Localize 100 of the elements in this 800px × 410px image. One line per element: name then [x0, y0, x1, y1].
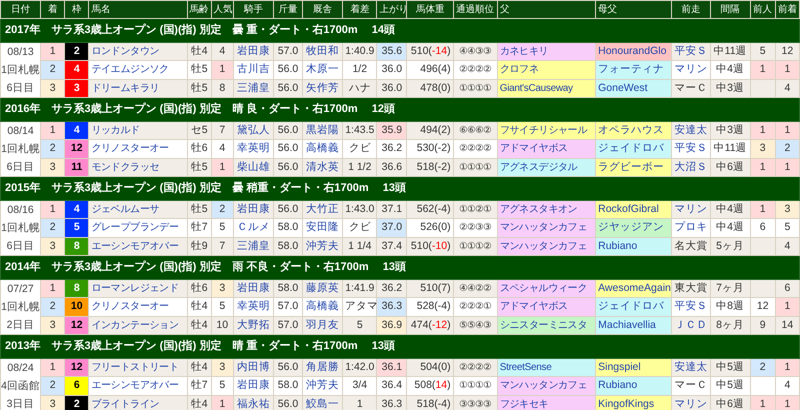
- sire-link[interactable]: StreetSense: [497, 358, 596, 377]
- sire-link[interactable]: アドマイヤボス: [497, 140, 596, 158]
- sire-link[interactable]: マンハッタンカフェ: [497, 237, 596, 256]
- trainer-link[interactable]: 沖芳夫: [302, 376, 343, 396]
- trainer-link[interactable]: 安田隆: [302, 218, 343, 238]
- previous-finish: 4: [775, 376, 800, 396]
- race-title: 2016年 サラ系3歳上オープン (国)(指) 別定 晴 良・ダート・右1700m 12頭: [5, 103, 395, 115]
- race-title: 2015年 サラ系3歳上オープン (国)(指) 別定 曇 稍重・ダート・右1700m 13頭: [5, 182, 406, 194]
- body-weight: 526(0): [406, 218, 454, 238]
- sire-link[interactable]: フジキセキ: [497, 395, 596, 410]
- damsire-link[interactable]: RockofGibral: [596, 200, 672, 219]
- trainer-link[interactable]: 高橋義: [302, 140, 343, 158]
- last-3f-time: 36.1: [376, 358, 407, 377]
- horse-name-link[interactable]: エーシンモアオバー: [88, 376, 188, 396]
- damsire-link[interactable]: HonourandGlo: [596, 42, 672, 61]
- jockey-link[interactable]: 岩田康: [233, 376, 274, 396]
- horse-name-link[interactable]: テイエムジンソク: [88, 60, 188, 80]
- passing-order: ②②②②: [453, 60, 498, 80]
- sire-link[interactable]: シニスターミニスタ: [497, 316, 596, 334]
- damsire-link[interactable]: ジェイドロバ: [596, 298, 672, 316]
- damsire-link[interactable]: オペラハウス: [596, 122, 672, 140]
- horse-name-link[interactable]: グレープブランデー: [88, 218, 188, 238]
- jockey-link[interactable]: Ｃルメ: [233, 218, 274, 238]
- interval: 中4週: [710, 218, 750, 238]
- damsire-link[interactable]: Machiavellia: [596, 316, 672, 334]
- last-3f-time: 36.4: [376, 376, 407, 396]
- race-day: 6日目: [1, 237, 40, 255]
- damsire-link[interactable]: KingofKings: [596, 395, 672, 410]
- passing-order: ②②②①: [453, 298, 498, 316]
- finish-position: 1: [40, 42, 65, 61]
- damsire-link[interactable]: ラグビーボー: [596, 158, 672, 176]
- finish-position: 2: [40, 376, 65, 396]
- passing-order: ②②②②: [453, 140, 498, 158]
- sire-link[interactable]: アドマイヤボス: [497, 298, 596, 316]
- popularity: 1: [211, 60, 234, 80]
- previous-race-link[interactable]: 平安Ｓ: [672, 140, 710, 158]
- trainer-link[interactable]: 木原一: [302, 60, 343, 80]
- interval: 中4週: [710, 60, 750, 80]
- damsire-link[interactable]: Rubiano: [596, 376, 672, 396]
- finish-position: 3: [40, 158, 65, 176]
- popularity: 3: [211, 280, 234, 298]
- interval: 中5週: [710, 376, 750, 396]
- damsire-link[interactable]: ジヤッジアン: [596, 218, 672, 238]
- race-meeting: 4回函館: [1, 379, 40, 394]
- previous-race-link[interactable]: プロキ: [672, 218, 710, 238]
- horse-number: 4: [64, 60, 89, 80]
- passing-order: ①①①①: [453, 376, 498, 396]
- sire-link[interactable]: マンハッタンカフェ: [497, 376, 596, 396]
- margin: 3/4: [342, 376, 377, 396]
- race-day: 6日目: [1, 158, 40, 176]
- horse-name-link[interactable]: クリノスターオー: [88, 140, 188, 158]
- race-meeting: 1回札幌: [1, 63, 40, 78]
- sire-link[interactable]: カネヒキリ: [497, 42, 596, 61]
- horse-age: 牡6: [187, 140, 212, 158]
- previous-finish: 1: [775, 60, 800, 80]
- last-3f-time: 37.0: [376, 218, 407, 238]
- horse-age: 牡7: [187, 376, 212, 396]
- sire-link[interactable]: アグネスデジタル: [497, 158, 596, 176]
- previous-popularity: 1: [750, 60, 776, 80]
- jockey-link[interactable]: 古川吉: [233, 60, 274, 80]
- jockey-link[interactable]: 幸英明: [233, 140, 274, 158]
- sire-link[interactable]: Giant'sCauseway: [497, 79, 596, 98]
- sire-link[interactable]: アグネスタキオン: [497, 200, 596, 219]
- horse-number: 4: [64, 200, 89, 219]
- previous-finish: 1: [775, 122, 800, 140]
- damsire-link[interactable]: ジェイドロバ: [596, 140, 672, 158]
- previous-race-link[interactable]: マリン: [672, 60, 710, 80]
- damsire-link[interactable]: AwesomeAgain: [596, 280, 672, 298]
- previous-finish: 1: [775, 158, 800, 176]
- race-day: 3日目: [1, 395, 40, 410]
- damsire-link[interactable]: GoneWest: [596, 79, 672, 98]
- popularity: 5: [211, 298, 234, 316]
- sire-link[interactable]: フサイチリシャール: [497, 122, 596, 140]
- popularity: 5: [211, 218, 234, 238]
- previous-race-link[interactable]: 平安Ｓ: [672, 298, 710, 316]
- damsire-link[interactable]: Singspiel: [596, 358, 672, 377]
- horse-name-link[interactable]: クリノスターオー: [88, 298, 188, 316]
- finish-position: 1: [40, 200, 65, 219]
- finish-position: 2: [40, 140, 65, 158]
- finish-position: 3: [40, 316, 65, 334]
- previous-popularity: 3: [750, 140, 776, 158]
- horse-number: 6: [64, 376, 89, 396]
- trainer-link[interactable]: 高橋義: [302, 298, 343, 316]
- race-day: 2日目: [1, 316, 40, 334]
- sire-link[interactable]: スペシャルウィーク: [497, 280, 596, 298]
- previous-finish: 1: [775, 358, 800, 377]
- finish-position: 3: [40, 79, 65, 98]
- popularity: 4: [211, 140, 234, 158]
- body-weight: 508(14): [406, 376, 454, 396]
- previous-popularity: 1: [750, 158, 776, 176]
- damsire-link[interactable]: フォーティナ: [596, 60, 672, 80]
- sire-link[interactable]: マンハッタンカフェ: [497, 218, 596, 238]
- damsire-link[interactable]: Rubiano: [596, 237, 672, 256]
- race-meeting: 1回札幌: [1, 221, 40, 236]
- last-3f-time: 36.2: [376, 140, 407, 158]
- sire-link[interactable]: クロフネ: [497, 60, 596, 80]
- popularity: 2: [211, 200, 234, 219]
- race-title: 2013年 サラ系3歳上オープン (国)(指) 別定 晴 重・ダート・右1700m 13頭: [5, 340, 395, 352]
- jockey-link[interactable]: 幸英明: [233, 298, 274, 316]
- finish-position: 2: [40, 218, 65, 238]
